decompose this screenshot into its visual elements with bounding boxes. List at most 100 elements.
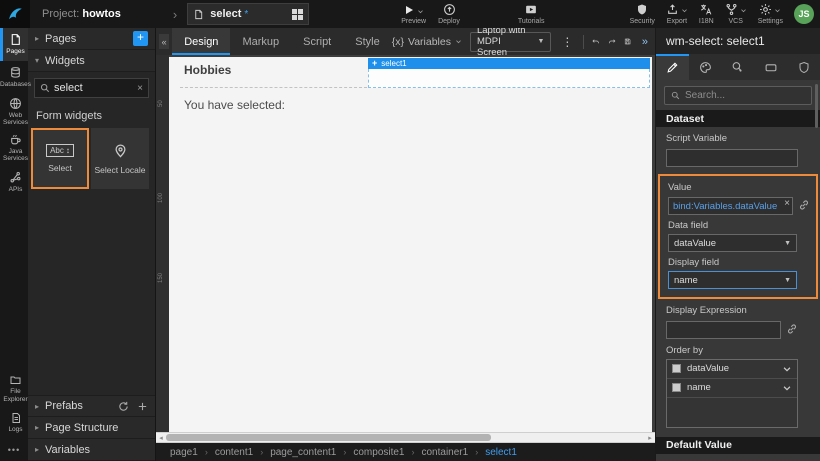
collapse-left-panel-button[interactable]: « <box>159 34 169 49</box>
redo-icon[interactable] <box>608 35 616 49</box>
breadcrumb-content1[interactable]: content1 <box>215 447 253 458</box>
tab-markup[interactable]: Markup <box>230 28 291 55</box>
script-variable-input[interactable] <box>666 149 798 167</box>
tab-events[interactable] <box>722 54 755 80</box>
breadcrumb-page-content1[interactable]: page_content1 <box>270 447 336 458</box>
add-page-button[interactable]: + <box>133 31 148 46</box>
app-logo[interactable] <box>0 0 30 28</box>
chevron-down-icon <box>455 38 462 45</box>
property-search-input[interactable] <box>685 90 805 101</box>
bind-link-icon[interactable] <box>798 199 810 211</box>
chevron-down-icon[interactable] <box>782 383 792 393</box>
device-selector[interactable]: Laptop with MDPI Screen ▼ <box>470 32 551 52</box>
select1-widget-header[interactable]: + select1 <box>368 58 650 69</box>
tab-script[interactable]: Script <box>291 28 343 55</box>
rail-item-pages[interactable]: Pages <box>0 28 28 61</box>
add-prefab-icon[interactable] <box>137 401 148 412</box>
rail-item-apis[interactable]: APIs <box>0 166 28 199</box>
settings-button[interactable]: Settings <box>758 3 783 25</box>
value-field: Value × <box>668 182 810 216</box>
plus-icon: + <box>372 59 377 68</box>
variables-dropdown[interactable]: {x} Variables <box>392 36 462 48</box>
script-variable-field: Script Variable <box>666 133 798 167</box>
bind-link-icon[interactable] <box>786 323 798 335</box>
pencil-icon <box>666 61 679 74</box>
coffee-icon <box>9 133 22 146</box>
horizontal-scrollbar[interactable]: ◂ ▸ <box>156 432 655 443</box>
checkbox[interactable] <box>672 364 681 373</box>
clear-search-icon[interactable]: × <box>137 83 143 94</box>
scroll-left-arrow[interactable]: ◂ <box>156 433 166 442</box>
user-avatar[interactable]: JS <box>794 4 814 24</box>
current-page-name: select <box>210 8 241 20</box>
refresh-icon[interactable] <box>118 401 129 412</box>
hobbies-label-widget[interactable]: Hobbies <box>180 60 367 88</box>
save-icon[interactable] <box>624 35 631 48</box>
properties-panel: wm-select: select1 Data <box>655 28 820 461</box>
rail-item-databases[interactable]: Databases <box>0 61 28 94</box>
vcs-button[interactable]: VCS <box>725 3 747 25</box>
undo-icon[interactable] <box>592 35 600 49</box>
form-widgets-label: Form widgets <box>28 102 155 128</box>
pages-grid-icon[interactable] <box>292 9 303 20</box>
breadcrumb-composite1[interactable]: composite1 <box>353 447 404 458</box>
widget-search-box[interactable]: × <box>34 78 149 98</box>
clear-value-icon[interactable]: × <box>784 198 790 209</box>
data-field-select[interactable]: dataValue ▼ <box>668 234 797 252</box>
rail-more-dots-icon[interactable]: ••• <box>0 439 28 461</box>
widget-tile-select[interactable]: Abc↕ Select <box>31 128 89 189</box>
widget-search-area: × <box>28 72 155 102</box>
scroll-right-arrow[interactable]: ▸ <box>645 433 655 442</box>
tab-design[interactable]: Design <box>172 28 230 55</box>
widget-search-input[interactable] <box>54 82 133 94</box>
export-button[interactable]: Export <box>666 3 688 25</box>
widgets-section-header[interactable]: ▾ Widgets <box>28 50 155 72</box>
dataset-section-header[interactable]: Dataset <box>656 110 820 127</box>
value-input[interactable] <box>668 197 793 215</box>
rail-item-web-services[interactable]: Web Services <box>0 94 28 130</box>
breadcrumb-container1[interactable]: container1 <box>422 447 469 458</box>
order-by-row-name[interactable]: name <box>667 379 797 398</box>
widget-tile-select-locale[interactable]: Select Locale <box>91 128 149 189</box>
preview-button[interactable]: Preview <box>401 4 426 25</box>
display-expression-input[interactable] <box>666 321 781 339</box>
rail-item-file-explorer[interactable]: File Explorer <box>0 371 28 406</box>
breadcrumb-select1[interactable]: select1 <box>485 447 517 458</box>
order-by-row-datavalue[interactable]: dataValue <box>667 360 797 379</box>
default-value-section-header[interactable]: Default Value <box>656 437 820 454</box>
breadcrumb-page1[interactable]: page1 <box>170 447 198 458</box>
properties-panel-tabs <box>656 54 820 80</box>
tutorials-button[interactable]: Tutorials <box>518 3 545 25</box>
display-field-select[interactable]: name ▼ <box>668 271 797 289</box>
breadcrumb-separator: › <box>205 447 208 457</box>
expand-right-panel-button[interactable]: » <box>639 36 651 48</box>
variables-section-header[interactable]: ▸ Variables <box>28 439 155 461</box>
property-search-area <box>656 80 820 110</box>
panel-scrollbar-thumb[interactable] <box>815 84 818 128</box>
more-options-kebab-icon[interactable]: ⋮ <box>559 35 575 49</box>
page-structure-section-header[interactable]: ▸ Page Structure <box>28 417 155 439</box>
rail-item-logs[interactable]: Logs <box>0 406 28 439</box>
property-search-box[interactable] <box>664 86 812 105</box>
tab-security[interactable] <box>787 54 820 80</box>
select1-widget-body[interactable] <box>368 69 650 88</box>
i18n-button[interactable]: I18N <box>699 3 714 25</box>
prefabs-section-header[interactable]: ▸ Prefabs <box>28 395 155 417</box>
page-canvas[interactable]: Hobbies + select1 You have selected: <box>169 57 652 432</box>
tab-style[interactable]: Style <box>343 28 391 55</box>
chevron-down-icon <box>740 7 747 14</box>
select1-widget[interactable]: + select1 <box>368 58 650 88</box>
security-button[interactable]: Security <box>630 3 655 25</box>
page-selector[interactable]: select * <box>187 3 309 25</box>
search-icon <box>671 91 680 100</box>
checkbox[interactable] <box>672 383 681 392</box>
variables-icon: {x} <box>392 36 404 48</box>
deploy-button[interactable]: Deploy <box>438 3 460 25</box>
pages-section-header[interactable]: ▸ Pages + <box>28 28 155 50</box>
tab-devices[interactable] <box>754 54 787 80</box>
tab-styles[interactable] <box>689 54 722 80</box>
rail-item-java-services[interactable]: Java Services <box>0 130 28 166</box>
chevron-down-icon[interactable] <box>782 364 792 374</box>
tab-properties[interactable] <box>656 54 689 80</box>
scrollbar-thumb[interactable] <box>166 434 491 441</box>
